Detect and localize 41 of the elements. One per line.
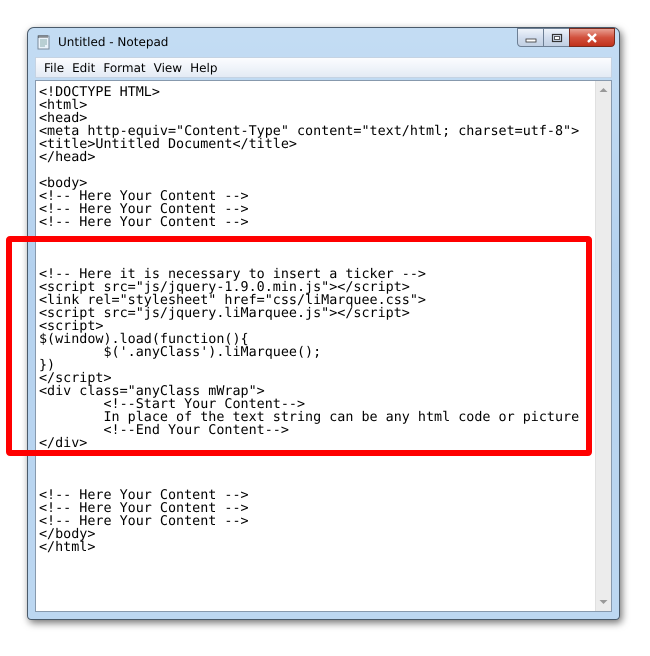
notepad-icon	[36, 34, 52, 50]
maximize-icon	[550, 32, 562, 42]
code-line: <script src="js/jquery-1.9.0.min.js"></script>	[39, 281, 410, 294]
maximize-button[interactable]	[543, 28, 570, 47]
menu-item[interactable]: Help	[188, 60, 224, 74]
code-line: <!-- Here Your Content -->	[39, 489, 249, 502]
menu-item[interactable]: View	[152, 60, 188, 74]
code-line: </script>	[39, 372, 112, 385]
code-line: <script>	[39, 320, 104, 333]
code-line: <head>	[39, 112, 88, 125]
window-title: Untitled - Notepad	[58, 35, 168, 49]
code-line: </html>	[39, 541, 96, 554]
code-line: <!--Start Your Content-->	[104, 398, 306, 411]
code-line: <body>	[39, 177, 88, 190]
code-line: <div class="anyClass mWrap">	[39, 385, 265, 398]
code-line: <script src="js/jquery.liMarquee.js"></script>	[39, 307, 410, 320]
menu-item[interactable]: Format	[101, 60, 152, 74]
code-line: <!-- Here Your Content -->	[39, 502, 249, 515]
minimize-button[interactable]	[517, 28, 544, 47]
code-line: $(window).load(function(){	[39, 333, 249, 346]
code-line: <!DOCTYPE HTML>	[39, 86, 160, 99]
close-icon	[585, 32, 599, 44]
code-line: <!-- Here Your Content -->	[39, 515, 249, 528]
code-line: In place of the text string can be any html code or picture	[102, 411, 580, 424]
menu-item[interactable]: File	[42, 60, 70, 74]
code-line: $('.anyClass').liMarquee();	[104, 346, 322, 359]
code-line: <!--End Your Content-->	[102, 424, 289, 437]
code-line: </div>	[39, 437, 88, 450]
menu-item[interactable]: Edit	[70, 60, 102, 74]
code-line: <html>	[39, 99, 88, 112]
code-line: <meta http-equiv="Content-Type" content="text/html; charset=utf-8">	[39, 125, 580, 138]
close-button[interactable]	[569, 28, 615, 47]
code-line: <!-- Here Your Content -->	[39, 203, 249, 216]
code-line: <!-- Here Your Content -->	[39, 190, 249, 203]
code-line: <title>Untitled Document</title>	[39, 138, 297, 151]
code-line: <link rel="stylesheet" href="css/liMarquee.css">	[39, 294, 426, 307]
code-line: <!-- Here it is necessary to insert a ticker -->	[39, 268, 426, 281]
code-line: </head>	[39, 151, 96, 164]
code-line: })	[39, 359, 56, 372]
code-line: <!-- Here Your Content -->	[39, 216, 249, 229]
code-line: </body>	[39, 528, 96, 541]
